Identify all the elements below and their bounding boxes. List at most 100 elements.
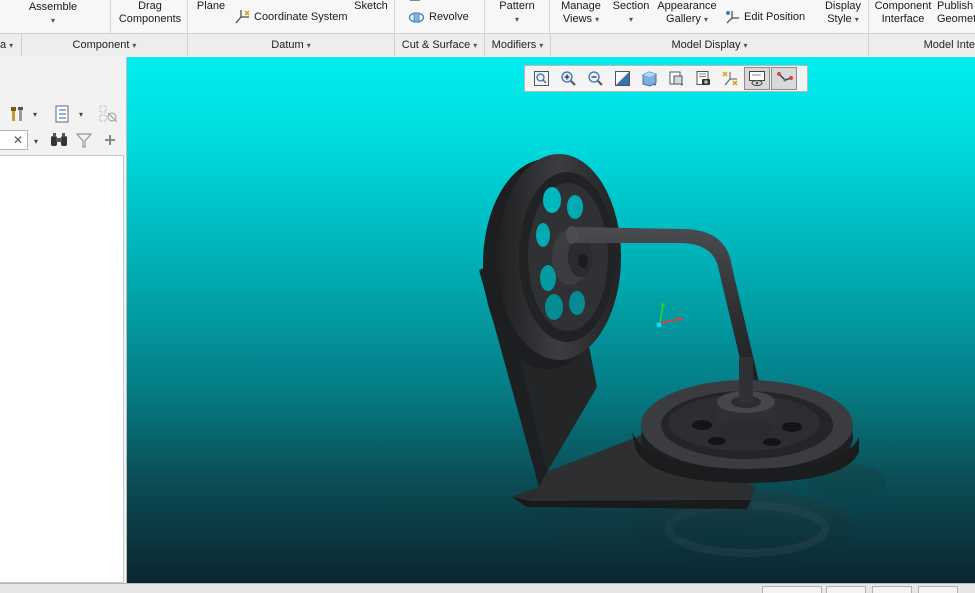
divider (868, 0, 869, 33)
status-field[interactable] (918, 586, 958, 593)
status-field[interactable] (826, 586, 866, 593)
display-style-label-1: Display (824, 0, 862, 12)
graphics-viewport[interactable] (127, 57, 975, 583)
add-icon[interactable] (101, 131, 119, 149)
component-interface-label-1: Component (874, 0, 932, 12)
status-bar (0, 583, 975, 593)
drag-components-label-2: Components (118, 13, 182, 25)
annotation-display-icon[interactable] (771, 67, 797, 90)
appearance-gallery-label-1: Appearance (657, 0, 717, 12)
sketch-label: Sketch (354, 0, 388, 12)
close-icon[interactable]: ✕ (13, 133, 23, 147)
display-style-label-2: Style (827, 13, 852, 25)
display-style-button[interactable]: Display Style ▾ (822, 0, 864, 26)
group-modifiers[interactable]: Modifiers ▾ (485, 34, 551, 56)
group-operations[interactable]: a ▾ (0, 34, 22, 56)
coordinate-triad-icon (656, 303, 682, 328)
find-icon[interactable] (50, 131, 68, 149)
assemble-button[interactable]: Assemble ▾ (28, 1, 78, 27)
chevron-down-icon: ▾ (50, 16, 55, 25)
coordinate-system-icon (235, 10, 250, 24)
assemble-label: Assemble (28, 1, 78, 13)
filter-icon[interactable] (75, 131, 93, 149)
chevron-down-icon: ▾ (132, 41, 137, 50)
display-style-icon[interactable] (636, 67, 662, 90)
repaint-icon[interactable] (609, 67, 635, 90)
ribbon-commands: Assemble ▾ Drag Components Plane Coordin… (0, 0, 975, 33)
show-icon[interactable] (53, 105, 71, 123)
drag-components-button[interactable]: Drag Components (118, 0, 182, 26)
edit-position-label: Edit Position (744, 10, 806, 23)
extrude-icon[interactable] (410, 0, 422, 2)
chevron-down-icon[interactable]: ▾ (31, 132, 41, 150)
pattern-label: Pattern (499, 0, 535, 12)
group-cut-surface-label: Cut & Surface (401, 39, 471, 51)
chevron-down-icon: ▾ (743, 41, 748, 50)
divider (110, 0, 111, 33)
refit-icon[interactable] (528, 67, 554, 90)
chevron-down-icon: ▾ (854, 15, 859, 24)
ribbon-group-bar: a ▾ Component ▾ Datum ▾ Cut & Surface ▾ Modi… (0, 33, 975, 56)
section-button[interactable]: Section ▾ (610, 0, 652, 26)
chevron-down-icon: ▾ (595, 15, 600, 24)
chevron-down-icon: ▾ (703, 15, 708, 24)
saved-orientations-icon[interactable] (663, 67, 689, 90)
group-model-intent[interactable]: Model Inte (869, 34, 975, 56)
divider (549, 0, 550, 33)
chevron-down-icon: ▾ (514, 15, 519, 24)
search-input[interactable]: ✕ (0, 130, 28, 150)
group-modifiers-label: Modifiers (491, 39, 537, 51)
component-interface-button[interactable]: Component Interface (873, 0, 933, 26)
view-manager-icon[interactable] (690, 67, 716, 90)
chevron-down-icon[interactable]: ▾ (30, 105, 40, 123)
spin-center-icon[interactable] (744, 67, 770, 90)
coordinate-system-button[interactable]: Coordinate System (233, 9, 353, 25)
appearance-gallery-label-2: Gallery (666, 13, 701, 25)
chevron-down-icon: ▾ (539, 41, 544, 50)
status-field[interactable] (872, 586, 912, 593)
publish-geometry-label-2: Geometry (937, 13, 975, 25)
revolve-button[interactable]: Revolve (408, 11, 478, 24)
sketch-button[interactable]: Sketch (353, 0, 389, 13)
visibility-icon[interactable] (98, 104, 120, 126)
settings-icon[interactable] (9, 105, 27, 123)
datum-display-icon[interactable] (717, 67, 743, 90)
chevron-down-icon: ▾ (306, 41, 311, 50)
status-field[interactable] (762, 586, 822, 593)
group-model-intent-label: Model Inte (923, 39, 975, 51)
group-model-display[interactable]: Model Display ▾ (551, 34, 869, 56)
zoom-in-icon[interactable] (555, 67, 581, 90)
coordinate-system-label: Coordinate System (254, 10, 348, 23)
divider (187, 0, 188, 33)
drag-components-label-1: Drag (138, 0, 162, 12)
group-datum-label: Datum (271, 39, 304, 51)
chevron-down-icon: ▾ (473, 41, 478, 50)
chevron-down-icon[interactable]: ▾ (76, 105, 86, 123)
chevron-down-icon: ▾ (9, 41, 14, 50)
lower-flywheel (632, 357, 859, 483)
appearance-gallery-button[interactable]: Appearance Gallery ▾ (654, 0, 720, 26)
group-operations-label: a (0, 39, 7, 51)
chevron-down-icon: ▾ (628, 15, 633, 24)
plane-button[interactable]: Plane (196, 0, 226, 13)
group-cut-surface[interactable]: Cut & Surface ▾ (395, 34, 485, 56)
publish-geometry-label-1: Publish (937, 0, 974, 12)
publish-geometry-button[interactable]: Publish Geometry (937, 0, 975, 26)
revolve-icon (408, 12, 425, 23)
group-datum[interactable]: Datum ▾ (188, 34, 395, 56)
manage-views-button[interactable]: Manage Views ▾ (555, 0, 607, 26)
pattern-button[interactable]: Pattern ▾ (495, 0, 539, 26)
component-interface-label-2: Interface (881, 13, 925, 25)
edit-position-button[interactable]: Edit Position (724, 9, 814, 25)
zoom-out-icon[interactable] (582, 67, 608, 90)
group-component[interactable]: Component ▾ (22, 34, 188, 56)
model-tree-panel: ▾ ▾ ✕ ▾ (0, 57, 127, 583)
section-label: Section (612, 0, 650, 12)
upper-flywheel (483, 154, 621, 369)
divider (394, 0, 395, 33)
model-tree[interactable] (0, 155, 124, 583)
manage-views-label-2: Views (562, 13, 593, 25)
group-model-display-label: Model Display (671, 39, 741, 51)
group-component-label: Component (72, 39, 130, 51)
model-3d[interactable] (127, 57, 975, 583)
